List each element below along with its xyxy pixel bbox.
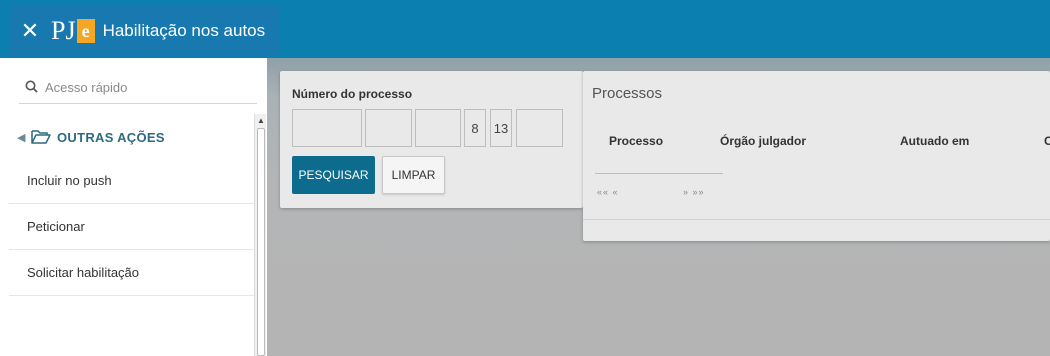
clear-button[interactable]: LIMPAR — [382, 156, 445, 194]
sidebar: Acesso rápido ◀ OUTRAS AÇÕES Incluir no … — [9, 58, 267, 356]
top-bar: ✕ PJ e Habilitação nos autos — [0, 0, 1050, 58]
process-number-label: Número do processo — [292, 87, 413, 101]
processes-heading: Processos — [592, 85, 663, 102]
close-icon[interactable]: ✕ — [15, 19, 45, 44]
process-number-field-origin[interactable] — [516, 109, 563, 147]
folder-open-icon — [31, 129, 51, 145]
process-number-panel: Número do processo 8 13 PESQUISAR LIMPAR — [280, 71, 583, 208]
sidebar-scrollbar[interactable]: ▲ — [254, 114, 266, 356]
process-number-field-sequence[interactable] — [292, 109, 362, 147]
column-header-autuado-em[interactable]: Autuado em — [900, 134, 969, 148]
search-button[interactable]: PESQUISAR — [292, 156, 375, 194]
section-outras-acoes[interactable]: ◀ OUTRAS AÇÕES — [9, 122, 255, 152]
column-header-processo[interactable]: Processo — [609, 134, 663, 148]
search-input[interactable]: Acesso rápido — [45, 80, 127, 95]
panel-footer-divider — [583, 219, 1050, 220]
search-icon — [25, 80, 45, 96]
pje-logo[interactable]: PJ e — [51, 18, 95, 44]
process-number-field-segment[interactable]: 8 — [464, 109, 486, 147]
logo-badge: e — [76, 19, 95, 43]
chevron-left-icon[interactable]: ◀ — [17, 131, 31, 144]
pager-next[interactable]: » »» — [683, 187, 705, 197]
quick-access-search[interactable]: Acesso rápido — [19, 72, 257, 104]
process-number-field-digit[interactable] — [365, 109, 412, 147]
process-number-field-year[interactable] — [415, 109, 461, 147]
page-title: Habilitação nos autos — [102, 21, 266, 40]
sidebar-item-incluir-no-push[interactable]: Incluir no push — [9, 158, 255, 204]
process-number-field-court[interactable]: 13 — [490, 109, 512, 147]
results-divider — [595, 173, 723, 174]
processes-panel: Processos Processo Órgão julgador Autuad… — [583, 71, 1050, 241]
scrollbar-thumb[interactable] — [257, 128, 265, 356]
sidebar-item-solicitar-habilitacao[interactable]: Solicitar habilitação — [9, 250, 255, 296]
app-header: ✕ PJ e Habilitação nos autos — [9, 6, 279, 56]
sidebar-item-peticionar[interactable]: Peticionar — [9, 204, 255, 250]
section-label: OUTRAS AÇÕES — [57, 129, 165, 145]
logo-text: PJ — [51, 16, 76, 45]
scroll-up-icon[interactable]: ▲ — [257, 116, 265, 125]
pager-previous[interactable]: «« « — [597, 187, 619, 197]
column-header-orgao-julgador[interactable]: Órgão julgador — [720, 134, 806, 148]
column-header-classe[interactable]: C — [1044, 134, 1050, 148]
sidebar-menu: Incluir no push Peticionar Solicitar hab… — [9, 158, 255, 296]
